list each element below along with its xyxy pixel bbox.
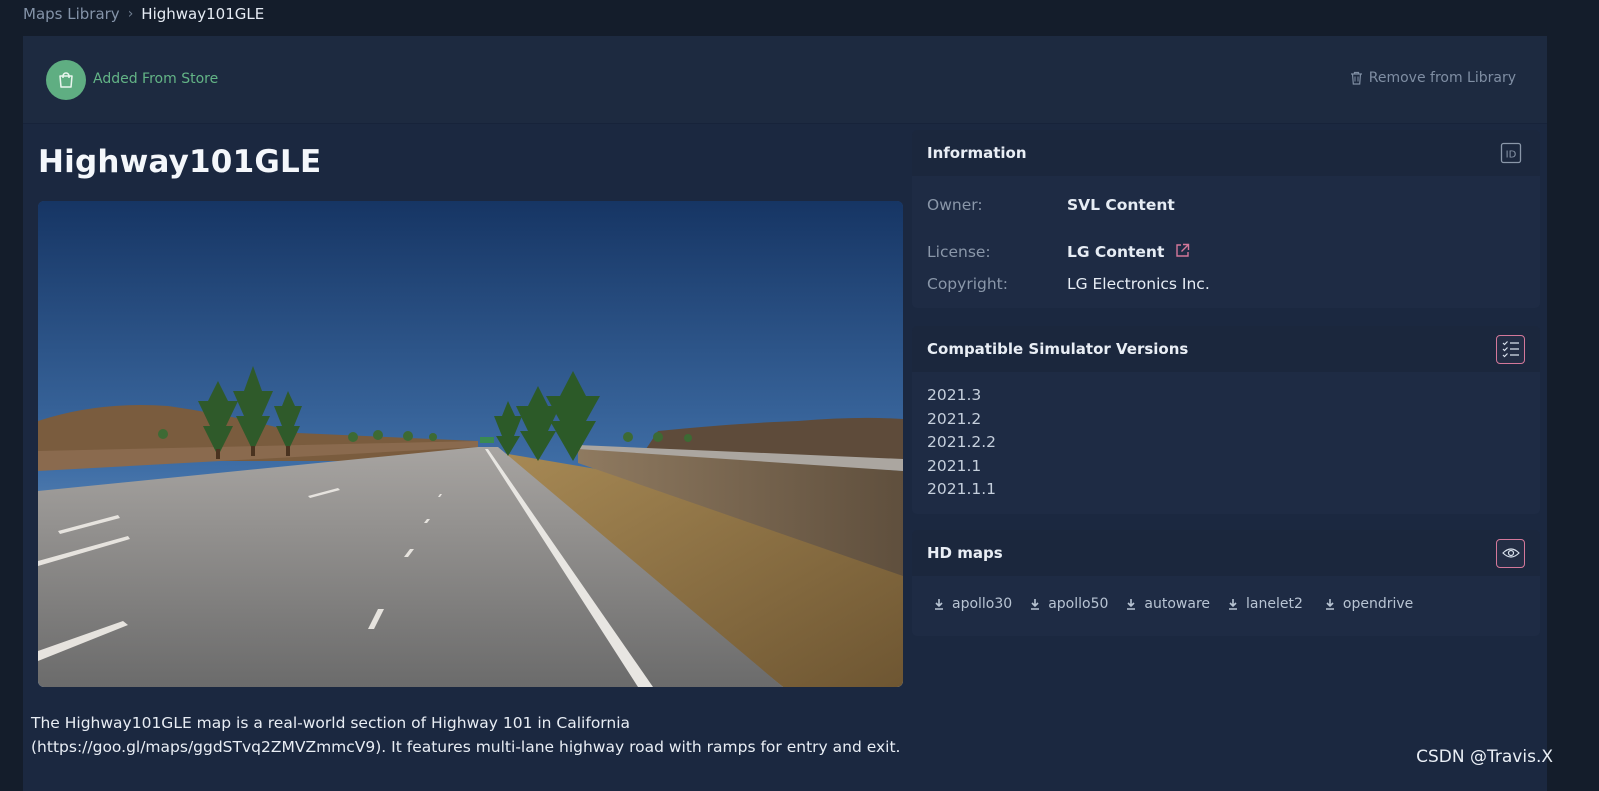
version-item: 2021.2 bbox=[927, 409, 982, 428]
information-card: Information ID Owner: SVL Content Licens… bbox=[912, 130, 1540, 308]
information-card-header: Information ID bbox=[912, 130, 1540, 176]
information-heading: Information bbox=[927, 144, 1027, 162]
version-item: 2021.3 bbox=[927, 386, 982, 404]
versions-list: 2021.3 2021.2 2021.2.2 2021.1 2021.1.1 bbox=[927, 384, 996, 502]
map-description: The Highway101GLE map is a real-world se… bbox=[31, 711, 931, 759]
compatibility-checklist-button[interactable] bbox=[1496, 334, 1525, 364]
id-icon: ID bbox=[1500, 142, 1521, 164]
owner-label: Owner: bbox=[927, 196, 983, 214]
download-apollo30-link[interactable]: apollo30 bbox=[934, 596, 1012, 612]
hd-maps-header: HD maps bbox=[912, 530, 1540, 576]
owner-row: Owner: SVL Content bbox=[927, 196, 1175, 214]
download-icon bbox=[1127, 598, 1136, 610]
version-item: 2021.2.2 bbox=[927, 433, 997, 451]
remove-from-library-button[interactable]: Remove from Library bbox=[1350, 70, 1516, 86]
download-icon bbox=[1325, 598, 1334, 610]
page-title: Highway101GLE bbox=[38, 144, 322, 180]
id-icon-label: ID bbox=[1505, 150, 1516, 161]
hd-map-label: lanelet2 bbox=[1246, 596, 1303, 612]
checklist-icon bbox=[1502, 341, 1519, 358]
breadcrumb-separator: › bbox=[127, 6, 134, 22]
breadcrumb-current: Highway101GLE bbox=[141, 5, 265, 23]
compatible-versions-heading: Compatible Simulator Versions bbox=[927, 340, 1189, 358]
download-opendrive-link[interactable]: opendrive bbox=[1325, 596, 1413, 612]
watermark: CSDN @Travis.X bbox=[1416, 747, 1553, 767]
description-line-2: (https://goo.gl/maps/ggdSTvq2ZMVZmmcV9).… bbox=[31, 738, 901, 756]
license-row: License: LG Content bbox=[927, 243, 1190, 261]
hd-maps-view-button[interactable] bbox=[1496, 538, 1525, 568]
trash-icon bbox=[1350, 71, 1362, 85]
download-autoware-link[interactable]: autoware bbox=[1126, 596, 1210, 612]
download-apollo50-link[interactable]: apollo50 bbox=[1030, 596, 1108, 612]
breadcrumb: Maps Library › Highway101GLE bbox=[23, 3, 264, 25]
eye-icon bbox=[1501, 548, 1520, 558]
compatible-versions-header: Compatible Simulator Versions bbox=[912, 326, 1540, 372]
hd-map-label: autoware bbox=[1144, 596, 1211, 612]
download-lanelet2-link[interactable]: lanelet2 bbox=[1228, 596, 1303, 612]
store-badge bbox=[46, 60, 86, 100]
description-line-1: The Highway101GLE map is a real-world se… bbox=[31, 714, 631, 732]
version-item: 2021.1 bbox=[927, 456, 982, 475]
hd-map-label: opendrive bbox=[1342, 596, 1414, 612]
copyright-value: LG Electronics Inc. bbox=[1066, 275, 1210, 293]
license-link[interactable]: LG Content bbox=[1067, 243, 1164, 261]
store-bar: Added From Store Remove from Library bbox=[23, 36, 1547, 124]
map-preview-image bbox=[38, 201, 903, 687]
version-item: 2021.1.1 bbox=[927, 480, 997, 498]
owner-value: SVL Content bbox=[1066, 196, 1175, 214]
copyright-label: Copyright: bbox=[927, 275, 1008, 293]
map-detail-panel: Added From Store Remove from Library Hig… bbox=[23, 36, 1547, 791]
hd-map-download-links: apollo30 apollo50 autoware lanelet2 open… bbox=[934, 596, 1413, 612]
copy-id-button[interactable]: ID bbox=[1496, 139, 1525, 168]
copyright-row: Copyright: LG Electronics Inc. bbox=[927, 275, 1210, 293]
remove-from-library-label: Remove from Library bbox=[1368, 70, 1516, 86]
license-label: License: bbox=[927, 243, 991, 261]
hd-maps-card: HD maps apollo30 apollo50 autoware lanel… bbox=[912, 530, 1540, 636]
download-icon bbox=[935, 598, 943, 610]
shopping-bag-icon bbox=[59, 72, 73, 88]
download-icon bbox=[1031, 598, 1040, 610]
hd-map-label: apollo50 bbox=[1048, 596, 1109, 612]
download-icon bbox=[1229, 598, 1238, 610]
breadcrumb-maps-library-link[interactable]: Maps Library bbox=[23, 5, 120, 23]
external-link-icon[interactable] bbox=[1175, 243, 1190, 258]
hd-map-label: apollo30 bbox=[952, 596, 1013, 612]
added-from-store-label: Added From Store bbox=[93, 71, 219, 87]
hd-maps-heading: HD maps bbox=[927, 544, 1003, 562]
compatible-versions-card: Compatible Simulator Versions 2021.3 202… bbox=[912, 326, 1540, 514]
